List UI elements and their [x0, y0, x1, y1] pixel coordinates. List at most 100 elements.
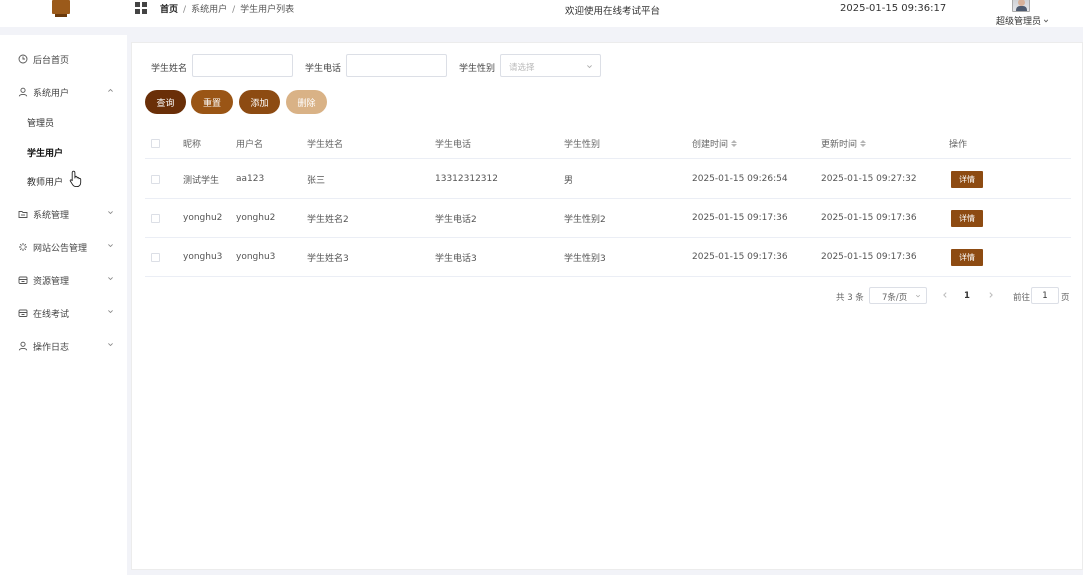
detail-button[interactable]: 详情 — [951, 248, 983, 266]
breadcrumb-current: 学生用户列表 — [240, 5, 295, 15]
pagination-goto-input[interactable] — [1031, 287, 1059, 304]
breadcrumb-system-users[interactable]: 系统用户 — [191, 5, 227, 15]
cell-student-gender: 学生性别3 — [564, 253, 606, 264]
breadcrumb: 首页 / 系统用户 / 学生用户列表 — [160, 5, 295, 15]
table-row: 测试学生 aa123 张三 13312312312 男 2025-01-15 0… — [145, 160, 1071, 199]
hand-cursor-icon — [69, 170, 82, 188]
sidebar-item-label: 操作日志 — [33, 342, 70, 353]
row-checkbox[interactable] — [151, 213, 160, 223]
pagination-goto-label: 前往 — [1013, 293, 1031, 303]
pagination-current-page[interactable]: 1 — [964, 291, 970, 301]
top-bar: 首页 / 系统用户 / 学生用户列表 欢迎使用在线考试平台 2025-01-15 09:… — [0, 0, 1083, 27]
cell-created: 2025-01-15 09:26:54 — [692, 174, 788, 184]
column-header: 学生电话 — [435, 140, 472, 150]
sort-icon[interactable] — [860, 140, 867, 147]
breadcrumb-home[interactable]: 首页 — [160, 5, 178, 15]
main-panel: 学生姓名 学生电话 学生性别 请选择 查询 重置 添加 删除 昵称 用户名 学生… — [131, 42, 1083, 570]
clock-icon — [18, 54, 28, 64]
cell-created: 2025-01-15 09:17:36 — [692, 252, 788, 262]
column-header: 用户名 — [236, 140, 264, 150]
select-all-checkbox[interactable] — [151, 139, 160, 148]
cell-student-phone: 学生电话3 — [435, 253, 477, 264]
cell-student-gender: 学生性别2 — [564, 214, 606, 225]
cell-student-name: 张三 — [307, 175, 326, 186]
cell-student-phone: 学生电话2 — [435, 214, 477, 225]
column-header: 更新时间 — [821, 140, 858, 150]
column-header: 操作 — [949, 140, 968, 150]
cell-username: yonghu2 — [236, 213, 276, 223]
sidebar-subitem-teachers[interactable]: 教师用户 — [0, 168, 127, 194]
chevron-down-icon — [915, 294, 921, 298]
table-row: yonghu3 yonghu3 学生姓名3 学生电话3 学生性别3 2025-0… — [145, 238, 1071, 277]
page-size-value: 7条/页 — [882, 293, 908, 303]
avatar[interactable] — [1012, 0, 1030, 12]
pagination-total: 共 3 条 — [836, 293, 864, 303]
sidebar-item-resources[interactable]: 资源管理 — [0, 267, 127, 293]
chevron-left-icon[interactable] — [941, 290, 949, 300]
row-checkbox[interactable] — [151, 174, 160, 184]
cell-nickname: yonghu2 — [183, 213, 223, 223]
pagination-page-unit: 页 — [1061, 293, 1070, 303]
cell-updated: 2025-01-15 09:17:36 — [821, 213, 917, 223]
box-icon — [18, 275, 28, 285]
student-name-label: 学生姓名 — [151, 64, 188, 74]
sidebar-item-label: 网站公告管理 — [33, 243, 88, 254]
user-name-label: 超级管理员 — [996, 17, 1042, 27]
student-gender-select[interactable]: 请选择 — [500, 54, 601, 77]
student-gender-label: 学生性别 — [459, 64, 496, 74]
user-icon — [18, 87, 28, 97]
detail-button[interactable]: 详情 — [951, 170, 983, 188]
column-header: 创建时间 — [692, 140, 729, 150]
sidebar-item-dashboard[interactable]: 后台首页 — [0, 46, 127, 72]
chevron-down-icon — [108, 244, 113, 248]
sidebar-item-announcements[interactable]: 网站公告管理 — [0, 234, 127, 260]
datetime-display: 2025-01-15 09:36:17 — [840, 3, 947, 14]
select-placeholder: 请选择 — [509, 63, 535, 73]
sidebar-subitem-students[interactable]: 学生用户 — [0, 139, 127, 165]
cell-username: yonghu3 — [236, 252, 276, 262]
sidebar-item-system-management[interactable]: 系统管理 — [0, 201, 127, 227]
cell-student-gender: 男 — [564, 175, 574, 186]
page-size-select[interactable]: 7条/页 — [869, 287, 927, 304]
sidebar-item-label: 资源管理 — [33, 276, 70, 287]
chevron-up-icon — [108, 88, 113, 92]
column-header-created[interactable]: 创建时间 — [692, 129, 738, 158]
cell-username: aa123 — [236, 174, 265, 184]
column-header: 学生性别 — [564, 140, 601, 150]
sidebar-subitem-admin[interactable]: 管理员 — [0, 109, 127, 135]
query-button[interactable]: 查询 — [145, 90, 186, 114]
sort-icon[interactable] — [731, 140, 738, 147]
chevron-down-icon — [108, 211, 113, 215]
row-checkbox[interactable] — [151, 252, 160, 262]
sidebar-item-system-users[interactable]: 系统用户 — [0, 79, 127, 105]
grid-menu-icon[interactable] — [135, 2, 147, 14]
user-icon — [18, 341, 28, 351]
cell-created: 2025-01-15 09:17:36 — [692, 213, 788, 223]
user-menu[interactable]: 超级管理员 — [996, 14, 1049, 27]
chevron-down-icon — [108, 277, 113, 281]
student-phone-label: 学生电话 — [305, 64, 342, 74]
cell-nickname: 测试学生 — [183, 175, 220, 186]
cell-student-name: 学生姓名3 — [307, 253, 349, 264]
detail-button[interactable]: 详情 — [951, 209, 983, 227]
sidebar-item-operation-log[interactable]: 操作日志 — [0, 333, 127, 359]
cell-student-phone: 13312312312 — [435, 174, 498, 184]
reset-button[interactable]: 重置 — [191, 90, 233, 114]
cell-nickname: yonghu3 — [183, 252, 223, 262]
table-row: yonghu2 yonghu2 学生姓名2 学生电话2 学生性别2 2025-0… — [145, 199, 1071, 238]
delete-button[interactable]: 删除 — [286, 90, 327, 114]
sidebar-item-online-exam[interactable]: 在线考试 — [0, 300, 127, 326]
cell-student-name: 学生姓名2 — [307, 214, 349, 225]
add-button[interactable]: 添加 — [239, 90, 280, 114]
column-header: 学生姓名 — [307, 140, 344, 150]
cell-updated: 2025-01-15 09:17:36 — [821, 252, 917, 262]
column-header-updated[interactable]: 更新时间 — [821, 129, 867, 158]
student-name-input[interactable] — [192, 54, 293, 77]
logo-icon — [52, 0, 70, 17]
column-header: 昵称 — [183, 140, 202, 150]
chevron-down-icon — [108, 310, 113, 314]
sparkle-icon — [18, 242, 28, 252]
chevron-right-icon[interactable] — [987, 290, 995, 300]
student-phone-input[interactable] — [346, 54, 447, 77]
folder-icon — [18, 209, 28, 219]
